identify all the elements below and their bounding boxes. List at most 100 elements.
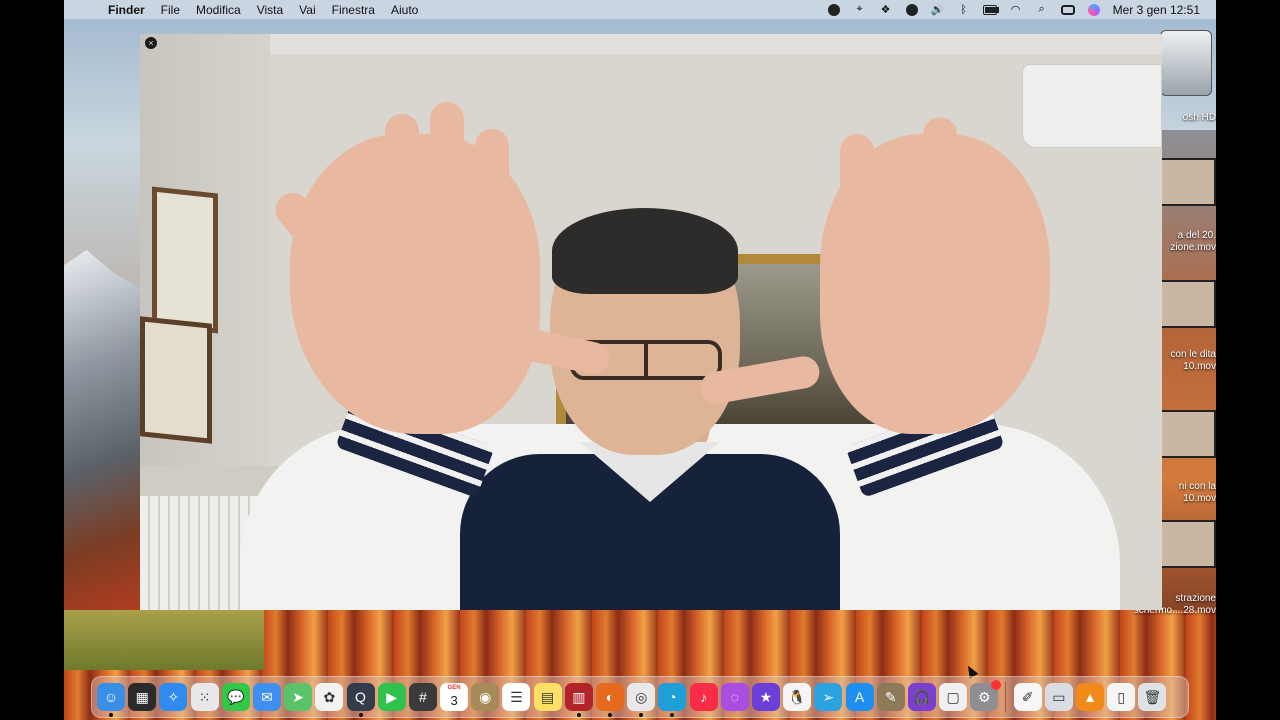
reminders-glyph: ☰	[510, 688, 523, 705]
screenshot-app-glyph: ▭	[1052, 688, 1066, 705]
menu-bar: Finder File Modifica Vista Vai Finestra …	[64, 0, 1216, 19]
safari-glyph: ✧	[167, 688, 180, 705]
gimp-glyph: ✎	[884, 688, 897, 705]
dock-launchpad-icon[interactable]: ▦	[128, 683, 157, 711]
dock-podcasts-icon[interactable]: ◌	[720, 683, 749, 711]
video-finger	[840, 134, 874, 274]
dock-mail-icon[interactable]: ✉	[252, 683, 281, 711]
calendar-day-label: 3	[450, 692, 458, 708]
launchpad-glyph: ▦	[135, 688, 149, 705]
dock-vlc-icon[interactable]: ▲	[1076, 683, 1104, 711]
dock-screenshot-app-icon[interactable]: ▭	[1044, 683, 1073, 711]
siri-icon[interactable]	[1087, 3, 1101, 16]
stop-recording-icon[interactable]	[827, 3, 841, 16]
spotlight-search-icon[interactable]: ⌕	[1035, 3, 1049, 16]
battery-icon[interactable]	[982, 4, 999, 16]
system-preferences-glyph: ⚙	[977, 688, 991, 705]
trash-glyph: 🗑	[1143, 688, 1162, 705]
facetime-glyph: ▶	[386, 688, 398, 705]
edge-glyph: ◔	[668, 689, 677, 705]
finder-glyph: ☺	[103, 689, 119, 705]
preview-glyph: ▢	[946, 688, 960, 705]
dock-document-icon[interactable]: ▯	[1107, 683, 1136, 711]
dock-photos-icon[interactable]: ✿	[315, 683, 344, 711]
music-glyph: ♪	[700, 689, 708, 705]
desktop-item-thumbnail[interactable]	[1160, 520, 1216, 568]
video-finger	[385, 114, 419, 244]
dock-launchpad-grid-icon[interactable]: ⁙	[190, 683, 219, 711]
presenter-icon[interactable]: ⌖	[853, 3, 867, 16]
video-picture-frame	[152, 186, 218, 334]
dock-separator	[1005, 682, 1007, 712]
menu-vai[interactable]: Vai	[291, 3, 323, 17]
dock-music-icon[interactable]: ♪	[689, 683, 718, 711]
video-player-window[interactable]: ×	[140, 34, 1162, 610]
dock: ☺ ▦ ✧ ⁙ 💬 ✉ ➤ ✿ Q ▶ # GEN 3 ◉ ☰ ▤ ▥ ◐ ◎ ◔ ♪ ◌ ★ 🐧 ➢ A ✎ 🎧 ▢ ⚙ ✐ ▭ ▲ ▯ 🗑	[91, 676, 1189, 718]
dock-telegram-icon[interactable]: ➢	[814, 683, 843, 711]
video-finger	[430, 102, 464, 242]
dock-disk-utility-icon[interactable]: ◉	[471, 683, 500, 711]
dock-facetime-icon[interactable]: ▶	[377, 683, 406, 711]
close-icon[interactable]: ×	[145, 37, 157, 49]
bluetooth-icon[interactable]: ᛒ	[957, 4, 971, 16]
running-indicator	[358, 713, 363, 717]
dock-messages-icon[interactable]: 💬	[221, 683, 250, 711]
control-center-icon[interactable]	[1060, 4, 1075, 16]
video-air-conditioner	[1022, 64, 1162, 148]
hard-drive-icon[interactable]	[1160, 30, 1212, 96]
dock-notes-icon[interactable]: ▤	[533, 683, 562, 711]
desktop-item-thumbnail[interactable]	[1160, 280, 1216, 328]
dock-safari-icon[interactable]: ✧	[159, 683, 188, 711]
launchpad-grid-glyph: ⁙	[198, 688, 211, 705]
menu-finestra[interactable]: Finestra	[324, 3, 383, 17]
photo-booth-glyph: ▥	[572, 688, 586, 705]
dock-calendar-icon[interactable]: GEN 3	[440, 683, 469, 711]
dock-maps-icon[interactable]: ➤	[284, 683, 313, 711]
podcasts-glyph: ◌	[730, 689, 739, 705]
status-area: ⌖ ❖ 🔊 ᛒ ◠ ⌕ Mer 3 gen 12:51	[827, 3, 1216, 17]
notes-glyph: ▤	[541, 688, 555, 705]
dock-edge-icon[interactable]: ◔	[658, 683, 687, 717]
desktop-item-thumbnail[interactable]	[1160, 158, 1216, 206]
m-app-icon[interactable]	[905, 3, 919, 16]
running-indicator	[109, 713, 113, 717]
menu-app-finder[interactable]: Finder	[100, 3, 153, 17]
linux-penguin-glyph: 🐧	[788, 688, 806, 705]
dock-system-preferences-icon[interactable]: ⚙	[970, 680, 1002, 711]
dock-finder-icon[interactable]: ☺	[97, 683, 125, 717]
dock-firefox-icon[interactable]: ◐	[596, 683, 624, 717]
desktop-item-thumbnail[interactable]	[1160, 410, 1216, 458]
app-store-glyph: A	[854, 689, 865, 705]
menu-modifica[interactable]: Modifica	[188, 3, 249, 17]
dock-photo-booth-icon[interactable]: ▥	[564, 683, 593, 717]
dock-gimp-icon[interactable]: ✎	[876, 683, 905, 711]
notification-badge	[991, 680, 1002, 690]
dock-preview-icon[interactable]: ▢	[939, 683, 968, 711]
volume-icon[interactable]: 🔊	[931, 4, 945, 16]
video-finger	[475, 129, 509, 254]
wifi-icon[interactable]: ◠	[1009, 4, 1023, 16]
firefox-glyph: ◐	[605, 689, 615, 705]
imovie-glyph: ★	[759, 688, 773, 705]
menu-aiuto[interactable]: Aiuto	[383, 3, 426, 17]
menu-file[interactable]: File	[153, 3, 188, 17]
dock-trash-icon[interactable]: 🗑	[1138, 683, 1167, 711]
desktop: Finder File Modifica Vista Vai Finestra …	[64, 0, 1216, 720]
video-picture-frame	[140, 316, 212, 444]
dock-app-store-icon[interactable]: A	[845, 683, 874, 711]
dock-calculator-icon[interactable]: #	[408, 683, 437, 711]
dropbox-icon[interactable]: ❖	[879, 4, 893, 16]
dock-quicktime-icon[interactable]: Q	[346, 683, 375, 717]
menu-vista[interactable]: Vista	[249, 3, 291, 17]
vlc-glyph: ▲	[1083, 689, 1097, 705]
dock-headphones-app-icon[interactable]: 🎧	[907, 683, 936, 711]
textedit-glyph: ✐	[1021, 688, 1034, 705]
dock-chrome-icon[interactable]: ◎	[627, 683, 656, 717]
running-indicator	[639, 713, 644, 717]
dock-reminders-icon[interactable]: ☰	[502, 683, 531, 711]
video-ceiling	[140, 34, 1162, 54]
dock-linux-penguin-icon[interactable]: 🐧	[783, 683, 812, 711]
menu-clock[interactable]: Mer 3 gen 12:51	[1113, 3, 1200, 17]
dock-textedit-icon[interactable]: ✐	[1013, 683, 1042, 711]
dock-imovie-icon[interactable]: ★	[751, 683, 780, 711]
